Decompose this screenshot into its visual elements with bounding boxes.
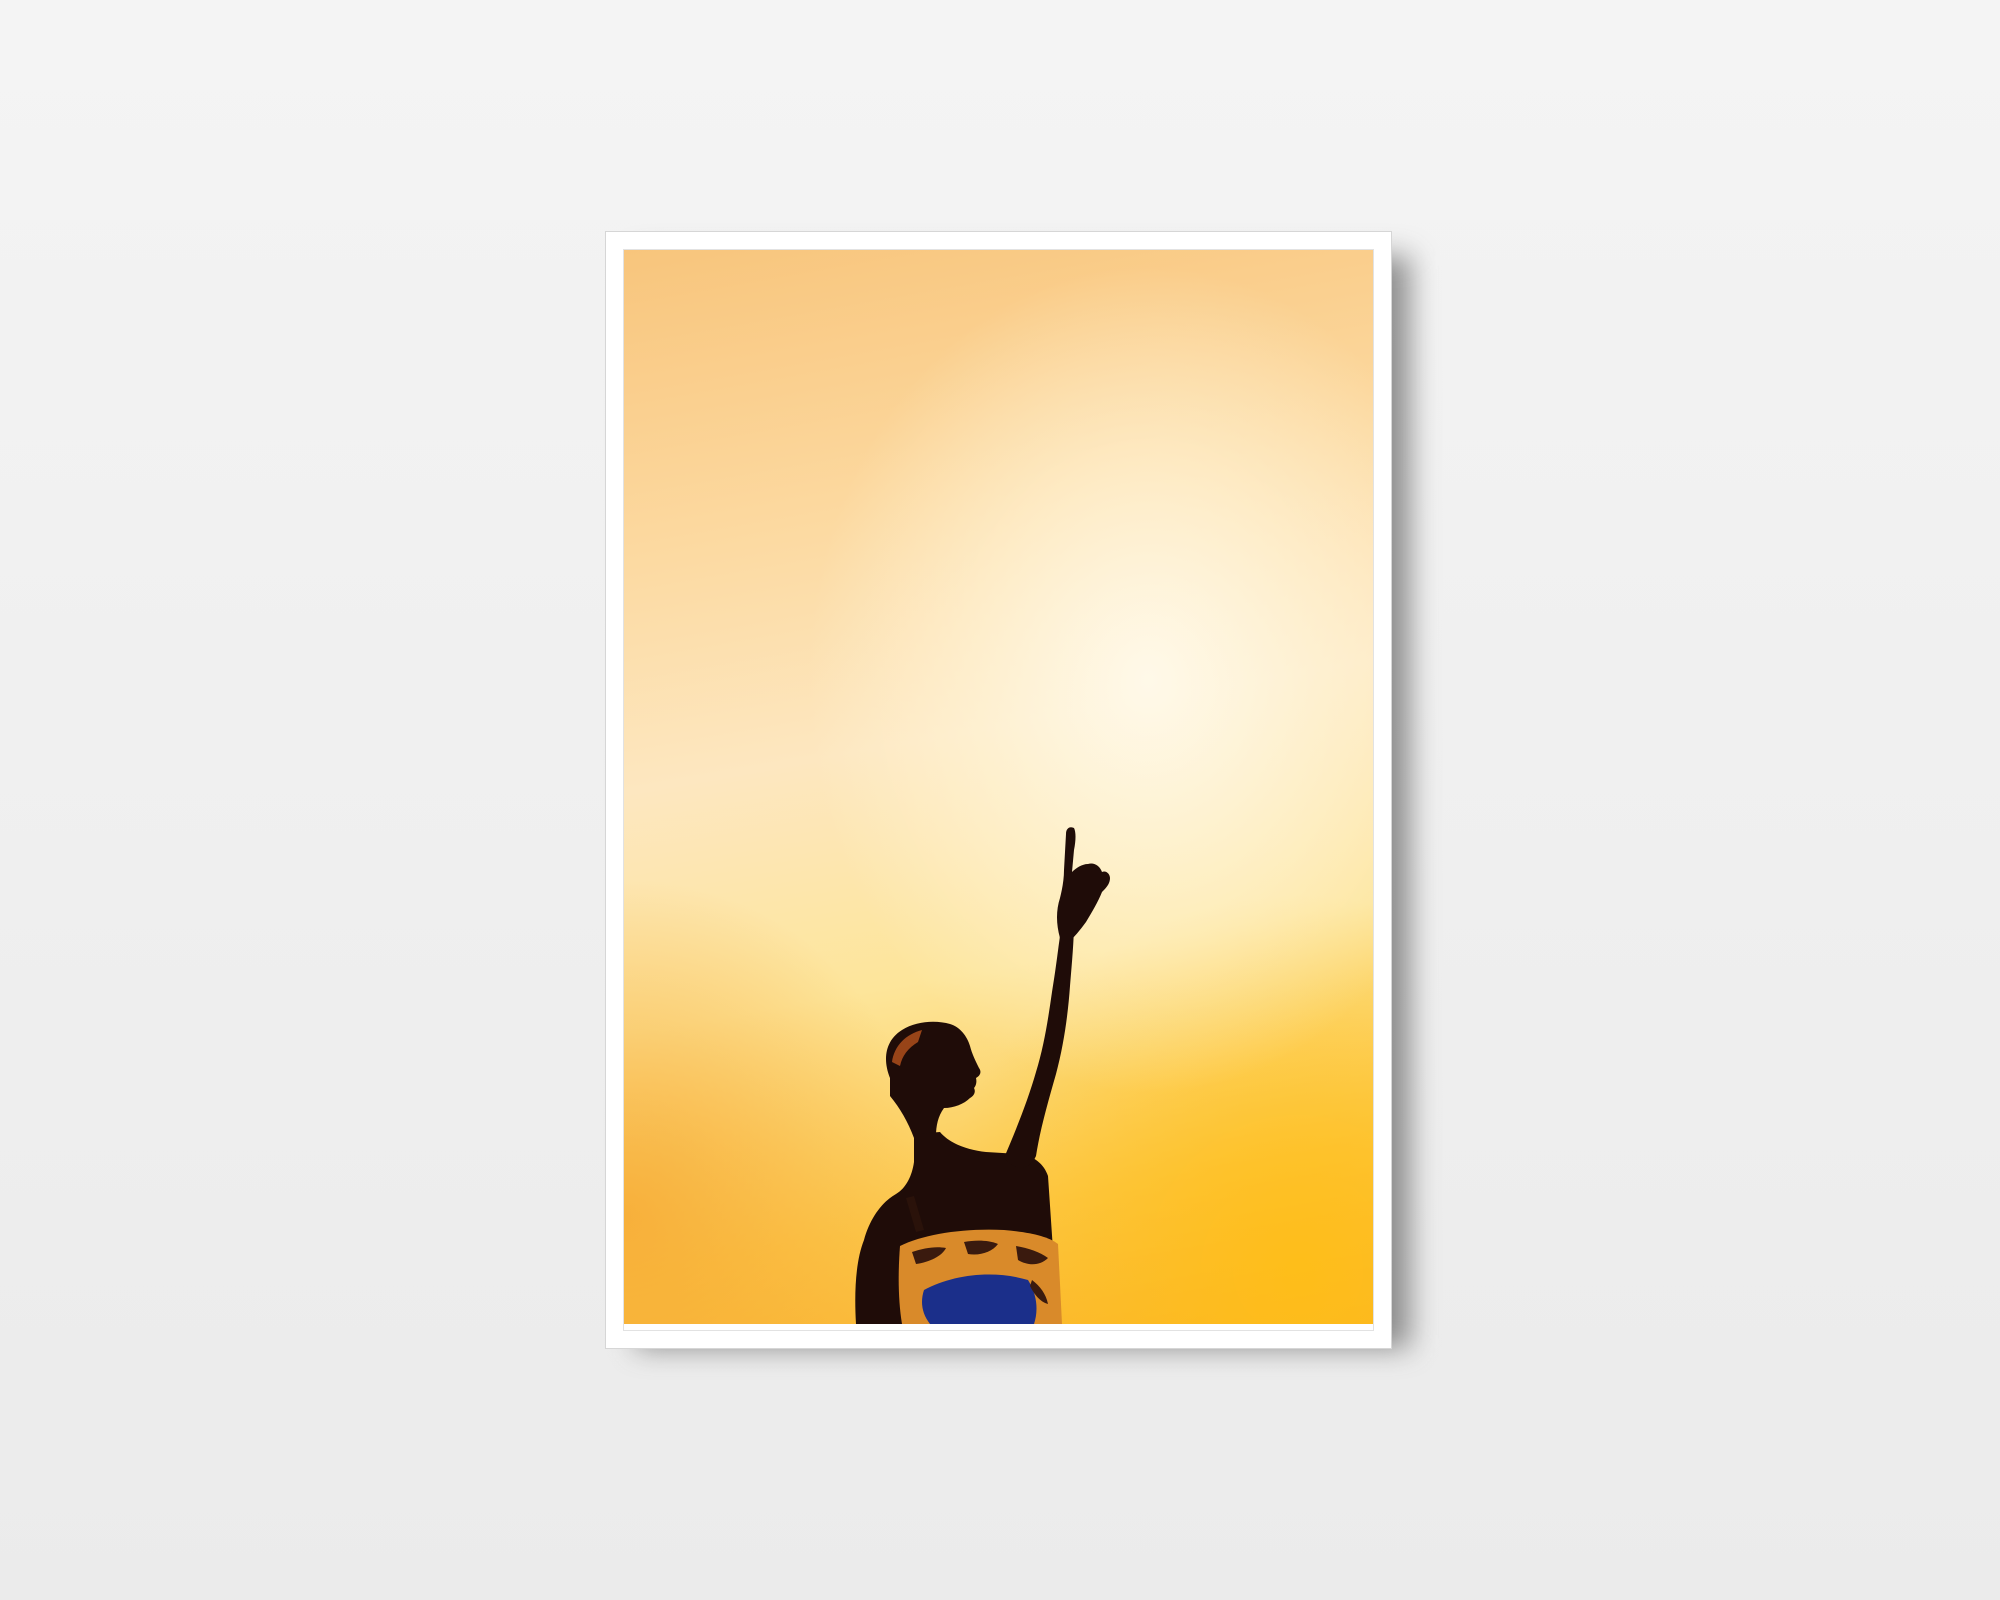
silhouette-figure bbox=[855, 827, 1110, 1324]
framed-photo bbox=[624, 250, 1373, 1324]
figure-head bbox=[886, 1021, 981, 1138]
figure-raised-arm bbox=[1004, 922, 1074, 1168]
figure-hand bbox=[1057, 827, 1110, 942]
